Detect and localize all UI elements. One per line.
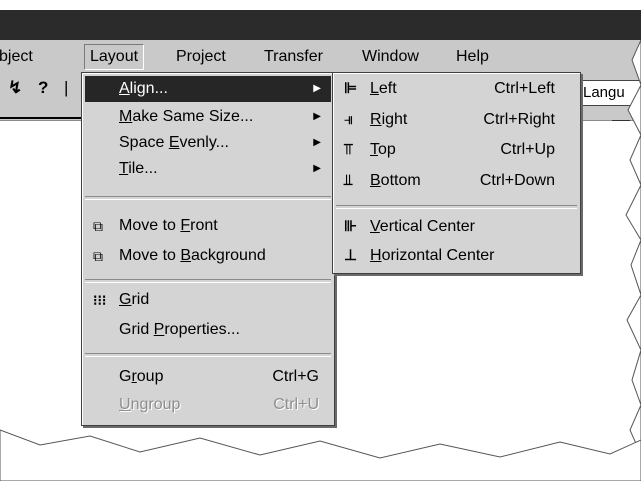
screenshot-frame: bject Layout Project Transfer Window Hel… xyxy=(0,0,641,481)
torn-edge-decoration xyxy=(0,39,641,481)
